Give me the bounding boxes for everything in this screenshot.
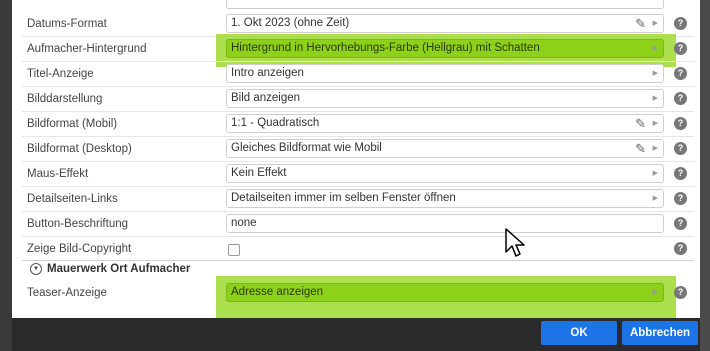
triangle-right-icon: ▶ bbox=[652, 195, 658, 202]
row-bilddarstellung: Bilddarstellung Bild anzeigen ▶ ? bbox=[12, 87, 700, 111]
cancel-button[interactable]: Abbrechen bbox=[622, 321, 698, 345]
backdrop-left bbox=[0, 0, 12, 351]
label-bildformat-mobil: Bildformat (Mobil) bbox=[27, 118, 118, 130]
mouse-cursor-icon bbox=[505, 228, 525, 257]
question-circle-icon[interactable]: ? bbox=[674, 17, 687, 30]
chevron-down-icon[interactable]: ▼ bbox=[30, 263, 42, 275]
question-circle-icon[interactable]: ? bbox=[674, 242, 687, 255]
label-bildformat-desktop: Bildformat (Desktop) bbox=[27, 143, 132, 155]
row-datums-format: Datums-Format 1. Okt 2023 (ohne Zeit) ✎ … bbox=[12, 12, 700, 36]
select-datums-format[interactable]: 1. Okt 2023 (ohne Zeit) ✎ ▶ bbox=[226, 14, 664, 33]
section-title: Mauerwerk Ort Aufmacher bbox=[47, 263, 191, 275]
pencil-icon[interactable]: ✎ bbox=[635, 15, 646, 32]
triangle-right-icon: ▶ bbox=[652, 70, 658, 77]
row-aufmacher-hintergrund: Aufmacher-Hintergrund Hintergrund in Her… bbox=[12, 37, 700, 61]
row-bildformat-desktop: Bildformat (Desktop) Gleiches Bildformat… bbox=[12, 137, 700, 161]
value-bildformat-desktop: Gleiches Bildformat wie Mobil bbox=[231, 142, 382, 154]
value-titel-anzeige: Intro anzeigen bbox=[231, 67, 304, 79]
select-titel-anzeige[interactable]: Intro anzeigen ▶ bbox=[226, 64, 664, 83]
question-circle-icon[interactable]: ? bbox=[674, 286, 687, 299]
value-maus-effekt: Kein Effekt bbox=[231, 167, 287, 179]
triangle-right-icon: ▶ bbox=[652, 145, 658, 152]
row-zeige-bild-copyright: Zeige Bild-Copyright ? bbox=[12, 237, 700, 261]
row-titel-anzeige: Titel-Anzeige Intro anzeigen ▶ ? bbox=[12, 62, 700, 86]
triangle-right-icon: ▶ bbox=[652, 120, 658, 127]
ok-button[interactable]: OK bbox=[541, 321, 617, 345]
question-circle-icon[interactable]: ? bbox=[674, 167, 687, 180]
question-circle-icon[interactable]: ? bbox=[674, 67, 687, 80]
select-bildformat-mobil[interactable]: 1:1 - Quadratisch ✎ ▶ bbox=[226, 114, 664, 133]
row-maus-effekt: Maus-Effekt Kein Effekt ▶ ? bbox=[12, 162, 700, 186]
section-legend[interactable]: ▼ Mauerwerk Ort Aufmacher bbox=[28, 262, 195, 276]
cut-off-row bbox=[12, 0, 700, 9]
triangle-right-icon: ▶ bbox=[652, 45, 658, 52]
label-zeige-bild-copyright: Zeige Bild-Copyright bbox=[27, 243, 132, 255]
select-bildformat-desktop[interactable]: Gleiches Bildformat wie Mobil ✎ ▶ bbox=[226, 139, 664, 158]
select-detailseiten-links[interactable]: Detailseiten immer im selben Fenster öff… bbox=[226, 189, 664, 208]
question-circle-icon[interactable]: ? bbox=[674, 192, 687, 205]
select-bilddarstellung[interactable]: Bild anzeigen ▶ bbox=[226, 89, 664, 108]
label-bilddarstellung: Bilddarstellung bbox=[27, 93, 103, 105]
settings-dialog: Datums-Format 1. Okt 2023 (ohne Zeit) ✎ … bbox=[12, 0, 700, 318]
label-teaser-anzeige: Teaser-Anzeige bbox=[27, 287, 107, 299]
cut-off-field bbox=[226, 0, 664, 9]
question-circle-icon[interactable]: ? bbox=[674, 142, 687, 155]
label-button-beschriftung: Button-Beschriftung bbox=[27, 218, 129, 230]
value-datums-format: 1. Okt 2023 (ohne Zeit) bbox=[231, 17, 350, 29]
label-aufmacher-hintergrund: Aufmacher-Hintergrund bbox=[27, 43, 147, 55]
select-teaser-anzeige[interactable]: Adresse anzeigen ▶ bbox=[226, 283, 664, 302]
value-teaser-anzeige: Adresse anzeigen bbox=[231, 286, 324, 298]
row-teaser-anzeige: Teaser-Anzeige Adresse anzeigen ▶ ? bbox=[12, 281, 700, 305]
label-titel-anzeige: Titel-Anzeige bbox=[27, 68, 94, 80]
select-maus-effekt[interactable]: Kein Effekt ▶ bbox=[226, 164, 664, 183]
value-bildformat-mobil: 1:1 - Quadratisch bbox=[231, 117, 320, 129]
triangle-right-icon: ▶ bbox=[652, 20, 658, 27]
label-detailseiten-links: Detailseiten-Links bbox=[27, 193, 118, 205]
row-detailseiten-links: Detailseiten-Links Detailseiten immer im… bbox=[12, 187, 700, 211]
pencil-icon[interactable]: ✎ bbox=[635, 140, 646, 157]
pencil-icon[interactable]: ✎ bbox=[635, 115, 646, 132]
checkbox-zeige-bild-copyright[interactable] bbox=[228, 244, 240, 256]
value-aufmacher-hintergrund: Hintergrund in Hervorhebungs-Farbe (Hell… bbox=[231, 42, 540, 54]
triangle-right-icon: ▶ bbox=[652, 95, 658, 102]
triangle-right-icon: ▶ bbox=[652, 170, 658, 177]
input-button-beschriftung[interactable]: none bbox=[226, 214, 664, 233]
value-bilddarstellung: Bild anzeigen bbox=[231, 92, 301, 104]
row-button-beschriftung: Button-Beschriftung none ? bbox=[12, 212, 700, 236]
label-datums-format: Datums-Format bbox=[27, 18, 107, 30]
row-bildformat-mobil: Bildformat (Mobil) 1:1 - Quadratisch ✎ ▶… bbox=[12, 112, 700, 136]
value-button-beschriftung: none bbox=[231, 217, 257, 229]
question-circle-icon[interactable]: ? bbox=[674, 92, 687, 105]
triangle-right-icon: ▶ bbox=[652, 289, 658, 296]
label-maus-effekt: Maus-Effekt bbox=[27, 168, 89, 180]
question-circle-icon[interactable]: ? bbox=[674, 42, 687, 55]
select-aufmacher-hintergrund[interactable]: Hintergrund in Hervorhebungs-Farbe (Hell… bbox=[226, 39, 664, 58]
question-circle-icon[interactable]: ? bbox=[674, 217, 687, 230]
backdrop-right bbox=[700, 0, 710, 351]
question-circle-icon[interactable]: ? bbox=[674, 117, 687, 130]
value-detailseiten-links: Detailseiten immer im selben Fenster öff… bbox=[231, 192, 456, 204]
